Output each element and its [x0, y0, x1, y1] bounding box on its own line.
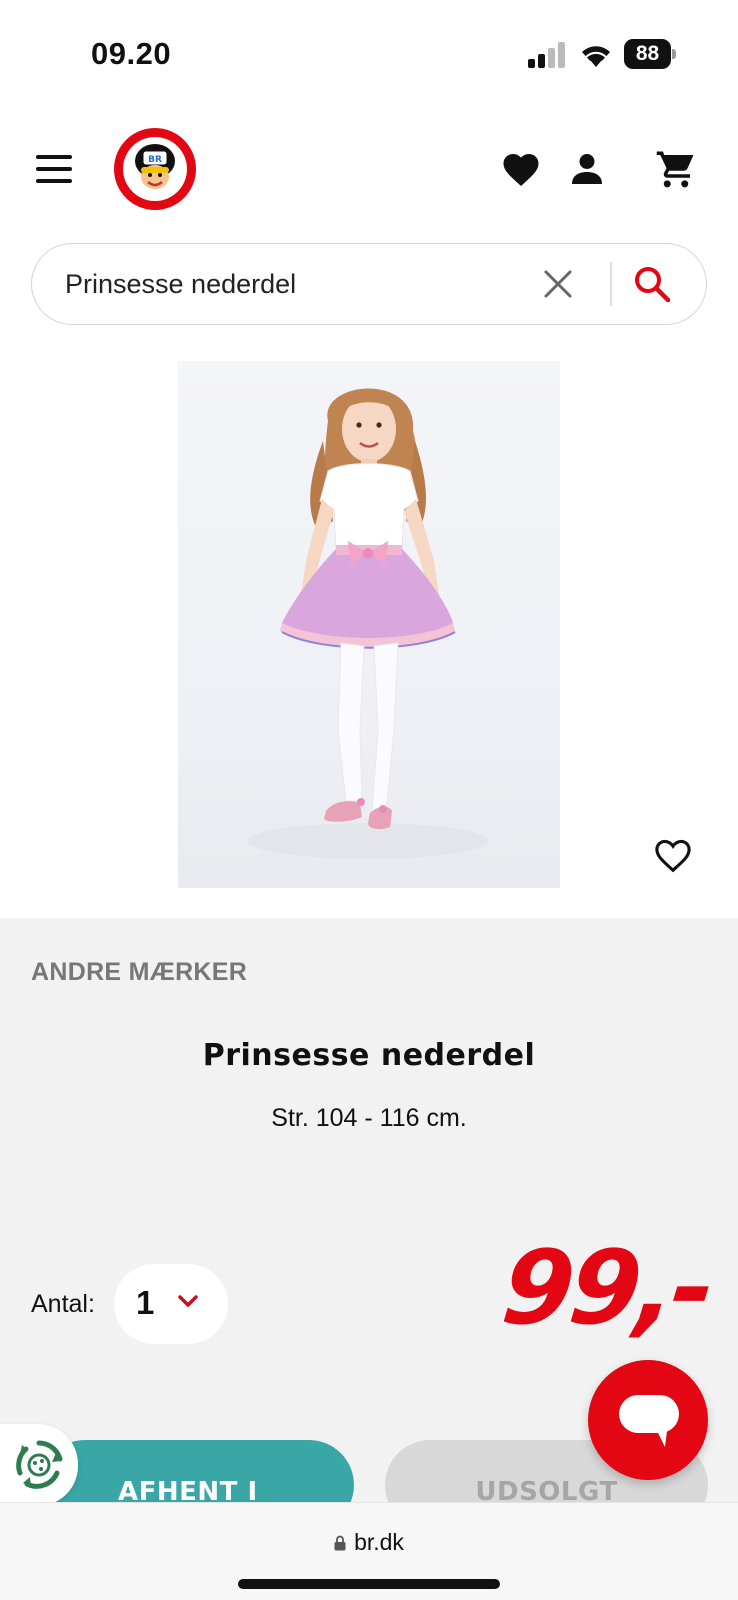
- heart-icon[interactable]: [500, 148, 542, 188]
- product-price: 99,-: [496, 1229, 717, 1348]
- search-divider: [610, 262, 612, 306]
- menu-icon[interactable]: [36, 155, 74, 185]
- search-input[interactable]: [65, 266, 485, 302]
- eco-badge[interactable]: [0, 1424, 78, 1506]
- battery-indicator: 88: [624, 39, 676, 69]
- battery-level: 88: [624, 39, 671, 69]
- lock-icon: [334, 1535, 346, 1551]
- quantity-select[interactable]: 1: [114, 1264, 228, 1344]
- cellular-signal-icon: [528, 42, 565, 68]
- recycle-icon: [16, 1440, 63, 1489]
- status-time: 09.20: [91, 36, 172, 71]
- wifi-icon: [582, 46, 610, 67]
- product-title: Prinsesse nederdel: [202, 1038, 536, 1073]
- product-photo: [248, 388, 488, 859]
- svg-text:BR: BR: [148, 155, 162, 165]
- product-image[interactable]: [178, 361, 560, 888]
- search-icon[interactable]: [632, 264, 672, 304]
- product-brand[interactable]: ANDRE MÆRKER: [31, 958, 247, 987]
- chevron-down-icon: [178, 1295, 198, 1307]
- mascot-icon: BR: [135, 144, 175, 189]
- browser-bar: br.dk: [0, 1502, 738, 1600]
- cart-icon[interactable]: [655, 148, 697, 190]
- wishlist-heart-icon[interactable]: [652, 834, 694, 874]
- clear-icon[interactable]: [542, 268, 574, 300]
- chat-button[interactable]: [588, 1360, 708, 1480]
- url-text: br.dk: [354, 1529, 404, 1555]
- chat-icon: [619, 1395, 679, 1447]
- home-indicator[interactable]: [238, 1579, 500, 1589]
- quantity-label: Antal:: [31, 1290, 95, 1318]
- product-size: Str. 104 - 116 cm.: [271, 1104, 467, 1132]
- search-bar: [31, 243, 707, 325]
- quantity-value: 1: [136, 1284, 155, 1321]
- user-icon[interactable]: [569, 150, 605, 188]
- url-field[interactable]: br.dk: [0, 1529, 738, 1556]
- br-logo[interactable]: BR: [114, 128, 196, 210]
